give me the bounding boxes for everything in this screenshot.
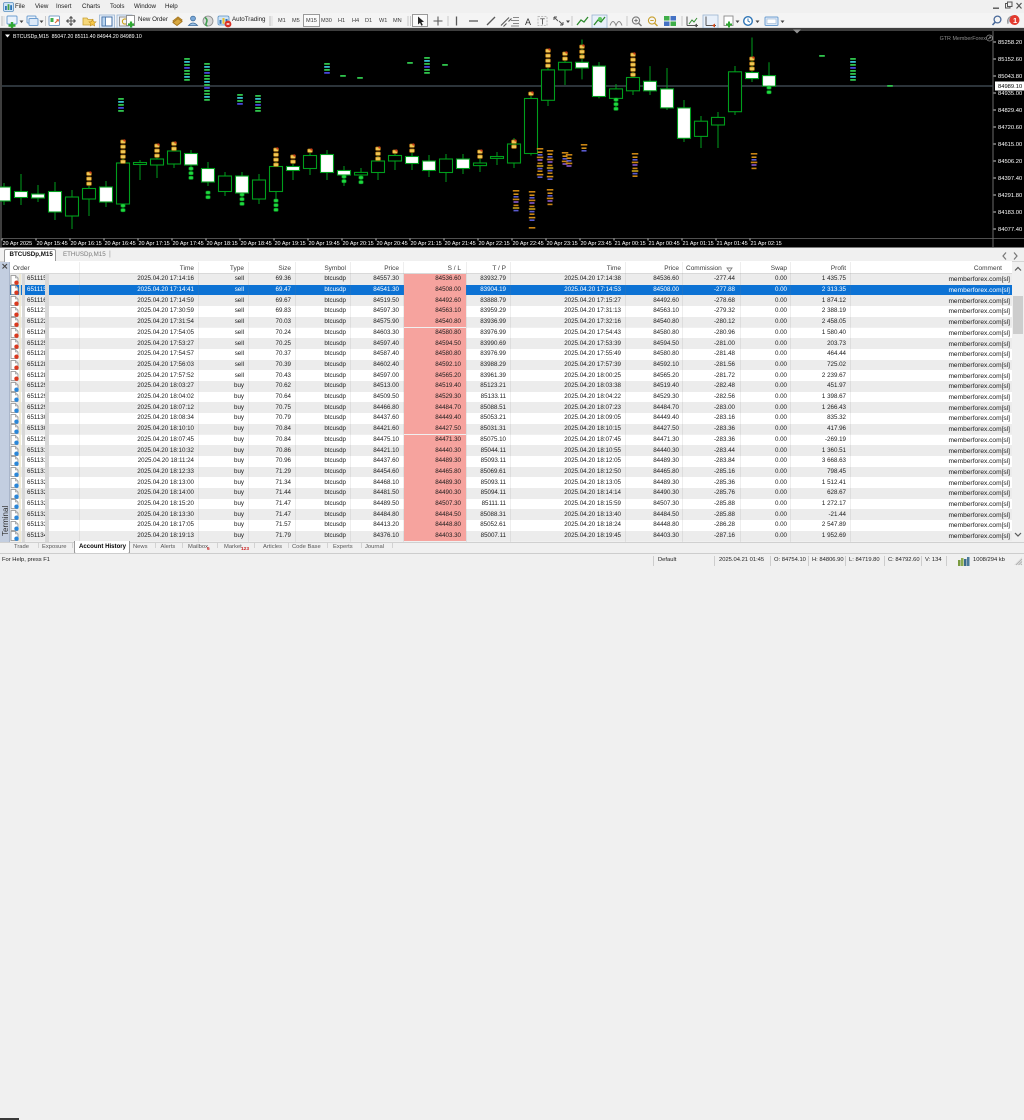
svg-text:84183.00: 84183.00 [998, 210, 1022, 216]
svg-text:84720.60: 84720.60 [998, 125, 1022, 131]
svg-text:84935.00: 84935.00 [998, 91, 1022, 97]
svg-text:20 Apr 18:15: 20 Apr 18:15 [207, 241, 238, 247]
svg-text:20 Apr 20:45: 20 Apr 20:45 [377, 241, 408, 247]
svg-text:84615.00: 84615.00 [998, 142, 1022, 148]
svg-text:1: 1 [1013, 16, 1017, 25]
svg-text:85258.20: 85258.20 [998, 40, 1022, 46]
svg-text:20 Apr 17:15: 20 Apr 17:15 [139, 241, 170, 247]
svg-text:A: A [525, 17, 531, 27]
svg-text:20 Apr 17:45: 20 Apr 17:45 [173, 241, 204, 247]
svg-text:21 Apr 00:45: 21 Apr 00:45 [649, 241, 680, 247]
svg-text:21 Apr 00:15: 21 Apr 00:15 [615, 241, 646, 247]
svg-text:20 Apr 20:15: 20 Apr 20:15 [343, 241, 374, 247]
svg-text:84397.40: 84397.40 [998, 176, 1022, 182]
svg-text:Terminal: Terminal [1, 506, 10, 536]
svg-text:20 Apr 19:15: 20 Apr 19:15 [275, 241, 306, 247]
svg-text:BTCUSDp,M15 85047.20 85111.40: BTCUSDp,M15 85047.20 85111.40 84944.20 8… [13, 34, 142, 40]
svg-text:85043.80: 85043.80 [998, 74, 1022, 80]
svg-text:20 Apr 21:45: 20 Apr 21:45 [445, 241, 476, 247]
svg-text:84506.20: 84506.20 [998, 159, 1022, 165]
svg-text:84829.40: 84829.40 [998, 108, 1022, 114]
svg-text:21 Apr 01:45: 21 Apr 01:45 [717, 241, 748, 247]
svg-text:20 Apr 18:45: 20 Apr 18:45 [241, 241, 272, 247]
svg-text:20 Apr 19:45: 20 Apr 19:45 [309, 241, 340, 247]
svg-text:20 Apr 2025: 20 Apr 2025 [3, 241, 33, 247]
svg-text:20 Apr 15:45: 20 Apr 15:45 [37, 241, 68, 247]
svg-text:T: T [540, 18, 545, 27]
svg-text:84077.40: 84077.40 [998, 227, 1022, 233]
svg-text:20 Apr 23:45: 20 Apr 23:45 [581, 241, 612, 247]
svg-text:21 Apr 02:15: 21 Apr 02:15 [751, 241, 782, 247]
svg-text:GTR MemberForex: GTR MemberForex [940, 36, 987, 42]
svg-text:84989.10: 84989.10 [998, 84, 1022, 90]
svg-text:21 Apr 01:15: 21 Apr 01:15 [683, 241, 714, 247]
svg-text:20 Apr 16:45: 20 Apr 16:45 [105, 241, 136, 247]
svg-text:20 Apr 22:15: 20 Apr 22:15 [479, 241, 510, 247]
svg-text:20 Apr 23:15: 20 Apr 23:15 [547, 241, 578, 247]
svg-text:20 Apr 16:15: 20 Apr 16:15 [71, 241, 102, 247]
svg-text:85152.60: 85152.60 [998, 57, 1022, 63]
svg-text:20 Apr 22:45: 20 Apr 22:45 [513, 241, 544, 247]
svg-text:20 Apr 21:15: 20 Apr 21:15 [411, 241, 442, 247]
svg-text:84291.80: 84291.80 [998, 193, 1022, 199]
